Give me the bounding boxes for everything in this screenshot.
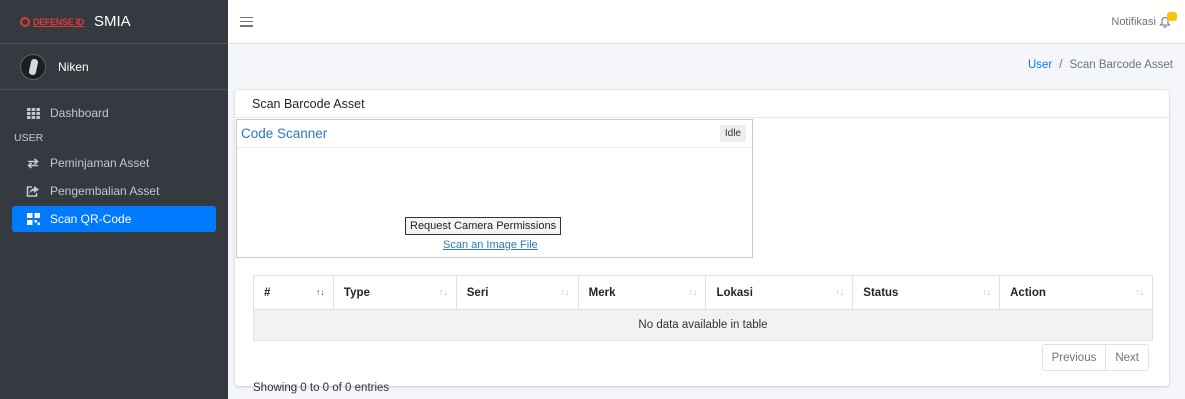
previous-page-button[interactable]: Previous bbox=[1042, 345, 1106, 370]
scan-image-file-link[interactable]: Scan an Image File bbox=[443, 239, 538, 251]
logo-ring-icon bbox=[20, 16, 30, 27]
column-header-type[interactable]: Type ↑↓ bbox=[332, 275, 457, 310]
breadcrumb-link-user[interactable]: User bbox=[1028, 59, 1052, 71]
top-navbar: Notifikasi bbox=[228, 0, 1185, 44]
breadcrumb-current: Scan Barcode Asset bbox=[1069, 59, 1173, 71]
column-header-status[interactable]: Status ↑↓ bbox=[852, 275, 1001, 310]
share-icon bbox=[26, 185, 40, 197]
sort-icon: ↑↓ bbox=[835, 287, 845, 297]
pagination: Previous Next bbox=[1041, 344, 1149, 371]
sidebar-item-label: Dashboard bbox=[50, 106, 109, 120]
sort-icon: ↑↓ bbox=[1135, 287, 1144, 297]
qrcode-icon bbox=[26, 213, 40, 225]
brand-logo: DEFENSE ID bbox=[20, 16, 85, 27]
card-title: Scan Barcode Asset bbox=[235, 90, 1169, 118]
sidebar-item-label: Scan QR-Code bbox=[50, 212, 132, 226]
notification-label: Notifikasi bbox=[1111, 15, 1156, 28]
sidebar-item-pengembalian[interactable]: Pengembalian Asset bbox=[12, 178, 216, 204]
empty-table-message: No data available in table bbox=[253, 309, 1153, 341]
user-panel[interactable]: Niken bbox=[0, 44, 228, 90]
asset-table: # ↑↓ Type ↑↓ Seri ↑↓ Merk ↑↓ Lokasi ↑↓ Status… bbox=[253, 275, 1153, 341]
bell-icon bbox=[1159, 11, 1177, 28]
sidebar-item-label: Peminjaman Asset bbox=[50, 156, 150, 170]
sort-icon: ↑↓ bbox=[438, 287, 448, 297]
sidebar-item-dashboard[interactable]: Dashboard bbox=[12, 100, 216, 126]
notification-menu[interactable]: Notifikasi bbox=[1111, 11, 1177, 28]
sort-icon: ↑↓ bbox=[560, 287, 570, 297]
avatar bbox=[20, 53, 46, 80]
table-header-row: # ↑↓ Type ↑↓ Seri ↑↓ Merk ↑↓ Lokasi ↑↓ Status… bbox=[253, 275, 1153, 310]
exchange-icon bbox=[26, 157, 40, 169]
user-name: Niken bbox=[58, 59, 89, 74]
scanner-status-badge: Idle bbox=[719, 125, 746, 142]
breadcrumb: User / Scan Barcode Asset bbox=[228, 44, 1185, 86]
scanner-title: Code Scanner bbox=[241, 126, 328, 141]
column-header-lokasi[interactable]: Lokasi ↑↓ bbox=[705, 275, 854, 310]
sidebar: DEFENSE ID SMIA Niken Dashboard USER Pem… bbox=[0, 0, 228, 399]
table-info: Showing 0 to 0 of 0 entries bbox=[253, 382, 390, 394]
sidebar-item-peminjaman[interactable]: Peminjaman Asset bbox=[12, 150, 216, 176]
table-row: No data available in table bbox=[253, 309, 1153, 341]
sidebar-section-header: USER bbox=[14, 132, 44, 144]
notification-badge bbox=[1167, 11, 1177, 21]
sidebar-item-scan-qr[interactable]: Scan QR-Code bbox=[12, 206, 216, 232]
brand-logo-text: DEFENSE ID bbox=[33, 16, 85, 27]
sort-icon: ↑↓ bbox=[982, 287, 992, 297]
grid-icon bbox=[26, 107, 40, 119]
sidebar-item-label: Pengembalian Asset bbox=[50, 184, 160, 198]
request-camera-permissions-button[interactable]: Request Camera Permissions bbox=[405, 217, 562, 235]
code-scanner-panel: Code Scanner Idle Request Camera Permiss… bbox=[236, 119, 753, 258]
breadcrumb-separator: / bbox=[1059, 59, 1063, 71]
brand[interactable]: DEFENSE ID SMIA bbox=[0, 0, 228, 44]
scan-barcode-card: Scan Barcode Asset Code Scanner Idle Req… bbox=[235, 90, 1169, 394]
divider bbox=[237, 147, 752, 148]
column-header-seri[interactable]: Seri ↑↓ bbox=[455, 275, 579, 310]
column-header-merk[interactable]: Merk ↑↓ bbox=[577, 275, 707, 310]
sidebar-nav: Dashboard USER Peminjaman Asset Pengemba… bbox=[0, 90, 228, 232]
next-page-button[interactable]: Next bbox=[1105, 345, 1148, 370]
menu-toggle-icon[interactable] bbox=[240, 16, 253, 27]
sort-icon: ↑↓ bbox=[688, 287, 698, 297]
column-header-action[interactable]: Action ↑↓ bbox=[999, 275, 1153, 310]
column-header-number[interactable]: # ↑↓ bbox=[253, 275, 334, 310]
brand-name: SMIA bbox=[94, 13, 131, 30]
sort-asc-icon: ↑↓ bbox=[315, 287, 325, 297]
